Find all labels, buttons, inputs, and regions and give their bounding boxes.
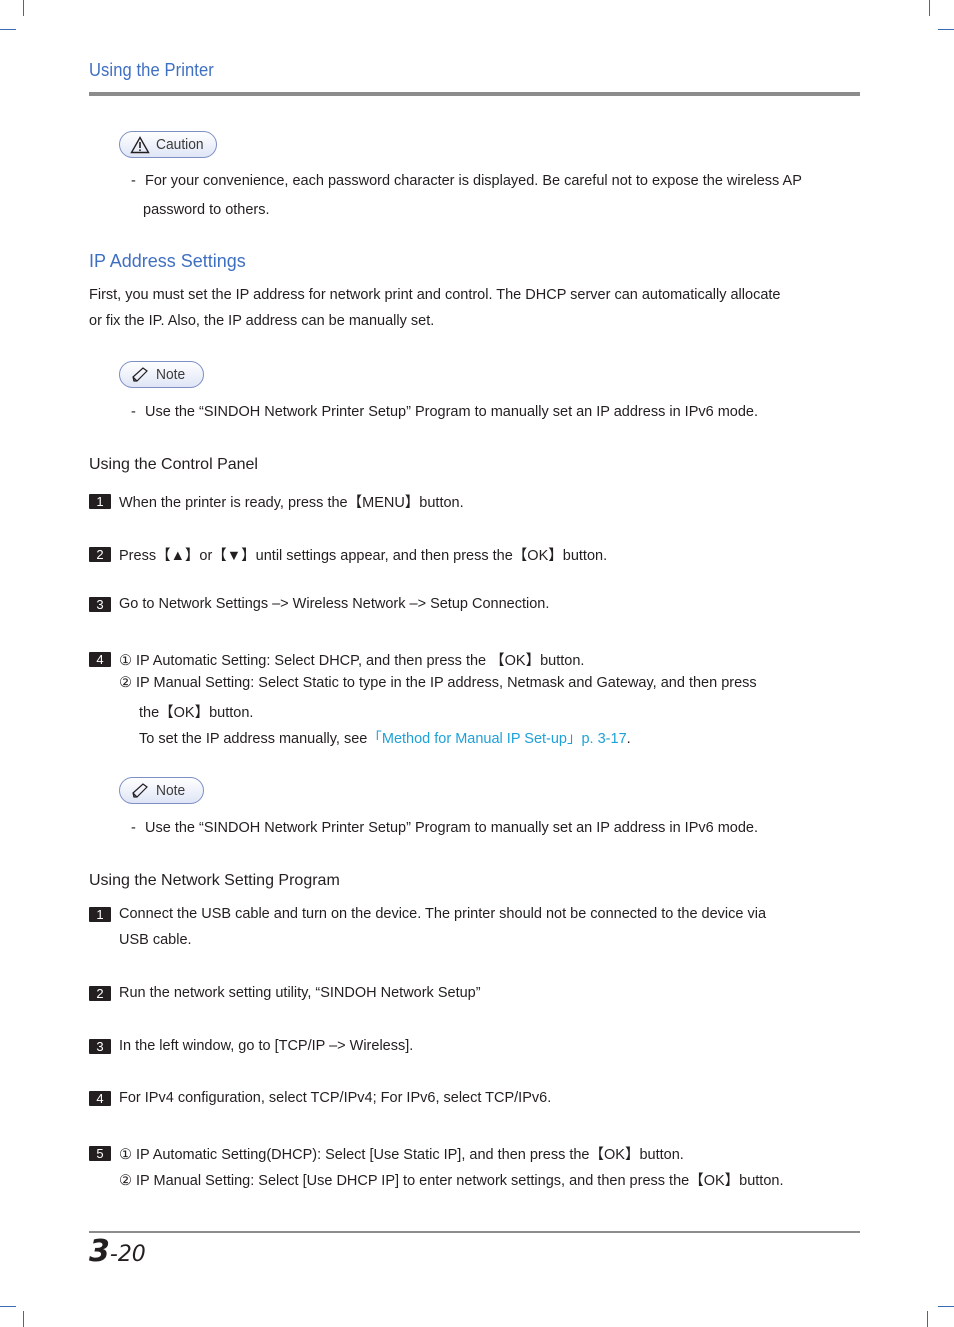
step-number: 3 (89, 596, 111, 612)
step-item: 3 Go to Network Settings ­–> Wireless Ne… (89, 596, 549, 612)
chapter-number: 3 (89, 1234, 110, 1269)
header-rule (89, 92, 860, 96)
page-number: 3-20 (89, 1234, 146, 1269)
reference-suffix: . (626, 731, 631, 747)
crop-mark (0, 29, 16, 30)
crop-mark (927, 1311, 928, 1327)
crop-mark (929, 0, 930, 16)
step-item: 1 When the printer is ready, press the【M… (89, 491, 464, 512)
subsection-heading: Using the Control Panel (89, 456, 258, 473)
pencil-icon (130, 366, 150, 384)
intro-line1: First, you must set the IP address for n… (89, 287, 781, 303)
note-text: Use the “SINDOH Network Printer Setup” P… (145, 404, 759, 420)
note-badge: Note (119, 361, 204, 388)
step-text: Connect the USB cable and turn on the de… (119, 906, 767, 922)
step-number: 1 (89, 494, 111, 509)
step-number: 5 (89, 1146, 111, 1161)
step-text-continued: To set the IP address manually, see「Meth… (139, 727, 631, 748)
note-text: Use the “SINDOH Network Printer Setup” P… (145, 820, 759, 836)
intro-line2: or fix the IP. Also, the IP address can … (89, 313, 435, 329)
step-text-continued: USB cable. (119, 932, 192, 948)
step-text: Run the network setting utility, “SINDOH… (119, 985, 481, 1001)
step-text: Go to Network Settings ­–> Wireless Netw… (119, 596, 550, 612)
section-heading: IP Address Settings (89, 251, 246, 271)
note-label: Note (156, 366, 186, 383)
crop-mark (938, 29, 954, 30)
step-item: 4 For IPv4 configuration, select TCP/IPv… (89, 1090, 551, 1106)
footer-rule (89, 1231, 860, 1233)
caution-dash: - (131, 173, 136, 189)
step-item: 2 Run the network setting utility, “SIND… (89, 985, 481, 1001)
step-item: 4 ① IP Automatic Setting: Select DHCP, a… (89, 649, 584, 670)
manual-ip-setup-link[interactable]: 「Method for Manual IP Set-up」p. 3-17 (367, 731, 626, 747)
step-text-continued: ② IP Manual Setting: Select Static to ty… (119, 675, 757, 691)
step-text-continued: ② IP Manual Setting: Select [Use DHCP IP… (119, 1173, 784, 1189)
step-text: ① IP Automatic Setting(DHCP): Select [Us… (119, 1147, 684, 1163)
step-number: 3 (89, 1038, 111, 1054)
step-text: For IPv4 configuration, select TCP/IPv4;… (119, 1090, 552, 1106)
step-number: 4 (89, 1090, 111, 1106)
step-text-continued: the【OK】button. (139, 705, 254, 721)
crop-mark (23, 0, 24, 16)
step-number: 2 (89, 547, 111, 562)
crop-mark (0, 1306, 16, 1307)
pencil-icon (130, 782, 150, 800)
caution-text-line2: password to others. (143, 202, 270, 218)
step-item: 3 In the left window, go to [TCP/IP –> W… (89, 1038, 413, 1054)
crop-mark (938, 1306, 954, 1307)
warning-triangle-icon (130, 135, 150, 154)
note-badge: Note (119, 777, 204, 804)
step-number: 2 (89, 985, 111, 1001)
step-item: 1 Connect the USB cable and turn on the … (89, 906, 766, 922)
step-text: ① IP Automatic Setting: Select DHCP, and… (119, 653, 585, 669)
step-number: 4 (89, 652, 111, 667)
caution-label: Caution (156, 136, 204, 153)
step-item: 2 Press【▲】or【▼】until settings appear, an… (89, 544, 607, 565)
crop-mark (23, 1311, 24, 1327)
caution-badge: Caution (119, 131, 217, 158)
step-text: Press【▲】or【▼】until settings appear, and … (119, 548, 608, 564)
reference-prefix: To set the IP address manually, see (139, 731, 368, 747)
running-header: Using the Printer (89, 60, 214, 80)
page-index: -20 (109, 1242, 146, 1267)
note-dash: - (131, 404, 136, 420)
subsection-heading: Using the Network Setting Program (89, 872, 340, 889)
step-item: 5 ① IP Automatic Setting(DHCP): Select [… (89, 1143, 684, 1164)
note-dash: - (131, 820, 136, 836)
step-number: 1 (89, 906, 111, 922)
step-text: In the left window, go to [TCP/IP –> Wir… (119, 1038, 414, 1054)
note-label: Note (156, 782, 186, 799)
caution-text-line1: For your convenience, each password char… (145, 173, 802, 189)
step-text: When the printer is ready, press the【MEN… (119, 495, 464, 511)
